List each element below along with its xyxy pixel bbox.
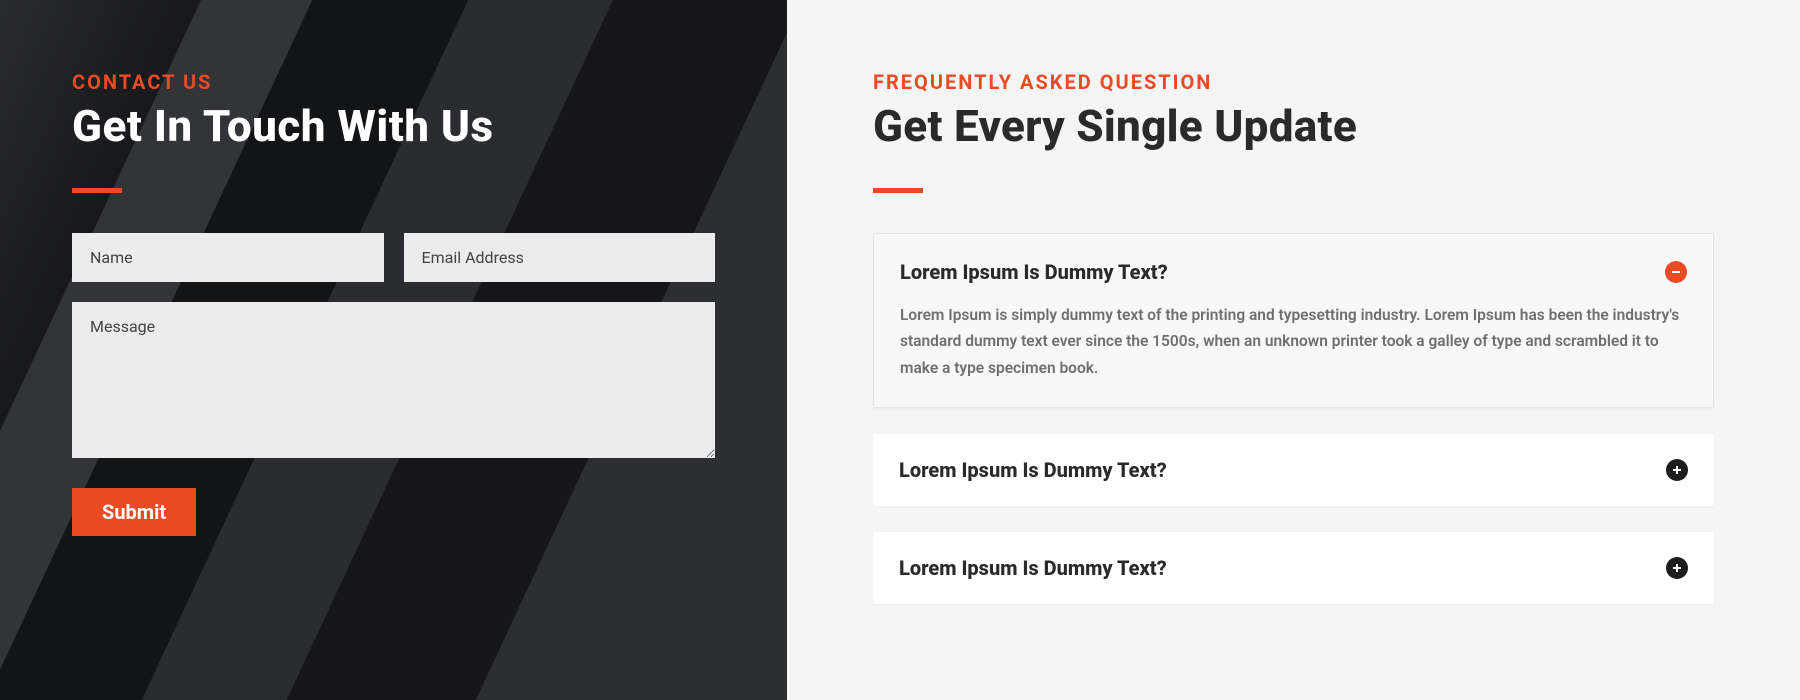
message-textarea[interactable] [72,302,715,458]
email-input[interactable] [404,233,716,282]
faq-heading: Get Every Single Update [873,100,1714,152]
faq-answer: Lorem Ipsum is simply dummy text of the … [900,302,1687,381]
divider [72,188,122,193]
faq-question: Lorem Ipsum Is Dummy Text? [899,458,1167,482]
form-row [72,233,715,282]
contact-section: CONTACT US Get In Touch With Us Submit [0,0,787,700]
faq-item[interactable]: Lorem Ipsum Is Dummy Text? [873,434,1714,506]
plus-icon[interactable] [1666,459,1688,481]
faq-item[interactable]: Lorem Ipsum Is Dummy Text? Lorem Ipsum i… [873,233,1714,408]
faq-item[interactable]: Lorem Ipsum Is Dummy Text? [873,532,1714,604]
divider [873,188,923,193]
contact-eyebrow: CONTACT US [72,70,715,94]
minus-icon[interactable] [1665,261,1687,283]
submit-button[interactable]: Submit [72,488,196,536]
name-input[interactable] [72,233,384,282]
plus-icon[interactable] [1666,557,1688,579]
faq-question: Lorem Ipsum Is Dummy Text? [900,260,1168,284]
faq-eyebrow: FREQUENTLY ASKED QUESTION [873,70,1714,94]
faq-list: Lorem Ipsum Is Dummy Text? Lorem Ipsum i… [873,233,1714,604]
faq-section: FREQUENTLY ASKED QUESTION Get Every Sing… [787,0,1800,700]
faq-question: Lorem Ipsum Is Dummy Text? [899,556,1167,580]
contact-heading: Get In Touch With Us [72,100,715,152]
